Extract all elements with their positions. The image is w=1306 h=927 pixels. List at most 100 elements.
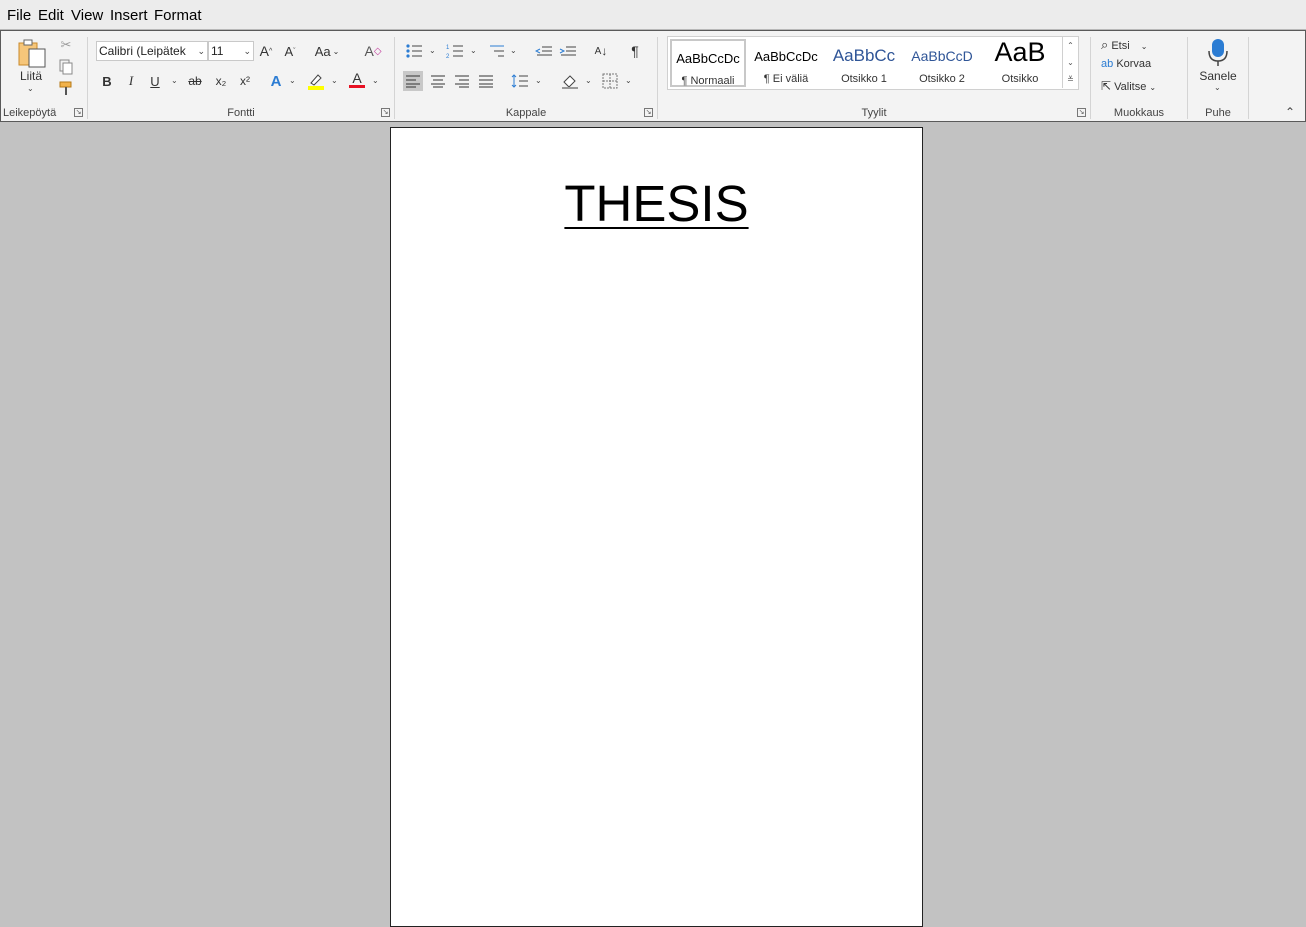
superscript-button[interactable]: x²	[235, 71, 255, 91]
chevron-down-icon: ⌄	[1140, 42, 1148, 51]
chevron-down-icon: ⌄	[27, 84, 34, 93]
clipboard-launcher-icon[interactable]: ↘	[74, 108, 83, 117]
bullets-icon[interactable]	[404, 41, 424, 61]
change-case-button[interactable]: Aa ⌄	[313, 41, 341, 61]
style-heading-2[interactable]: AaBbCcD Otsikko 2	[904, 39, 980, 87]
change-case-label: Aa	[314, 43, 331, 59]
format-painter-icon[interactable]	[56, 78, 76, 98]
voice-group: Sanele ⌄ Puhe	[1188, 31, 1248, 121]
decrease-indent-icon[interactable]	[534, 41, 554, 61]
replace-button[interactable]: ab Korvaa	[1101, 58, 1151, 70]
styles-group-label: Tyylit	[861, 107, 887, 119]
divider	[1248, 37, 1249, 119]
font-launcher-icon[interactable]: ↘	[381, 108, 390, 117]
multilevel-list-icon[interactable]	[486, 41, 506, 61]
gallery-up-icon[interactable]: ⌃	[1062, 37, 1078, 54]
clear-formatting-icon[interactable]: A ◇	[363, 41, 383, 61]
menu-bar: File Edit View Insert Format	[0, 0, 1306, 30]
line-spacing-icon[interactable]	[510, 71, 530, 91]
font-color-bar	[349, 84, 365, 88]
font-group-label: Fontti	[227, 107, 255, 119]
font-size-value: 11	[211, 44, 224, 58]
paste-button[interactable]: Liitä ⌄	[11, 35, 51, 95]
font-name-combo[interactable]: Calibri (Leipätek ⌄	[96, 41, 208, 61]
style-preview: AaBbCcDc	[676, 51, 740, 66]
subscript-button[interactable]: x₂	[211, 71, 231, 91]
menu-view[interactable]: View	[71, 7, 103, 24]
chevron-down-icon: ⌄	[1149, 83, 1157, 92]
align-right-icon[interactable]	[452, 71, 472, 91]
numbering-icon[interactable]: 12	[445, 41, 465, 61]
show-formatting-button[interactable]: ¶	[625, 41, 645, 61]
shrink-font-icon[interactable]: Aˇ	[280, 41, 300, 61]
underline-button[interactable]: U	[145, 71, 165, 91]
editing-group-label: Muokkaus	[1113, 107, 1165, 119]
menu-edit[interactable]: Edit	[38, 7, 64, 24]
chevron-down-icon: ⌄	[372, 76, 379, 85]
copy-icon[interactable]	[56, 57, 76, 77]
strikethrough-button[interactable]: ab	[185, 71, 205, 91]
justify-icon[interactable]	[476, 71, 496, 91]
style-name: Otsikko	[1001, 73, 1039, 85]
style-normal[interactable]: AaBbCcDc ¶ Normaali	[670, 39, 746, 87]
microphone-icon	[1208, 39, 1228, 66]
font-size-combo[interactable]: 11 ⌄	[208, 41, 254, 61]
paragraph-launcher-icon[interactable]: ↘	[644, 108, 653, 117]
menu-insert[interactable]: Insert	[110, 7, 148, 24]
chevron-down-icon: ⌄	[331, 76, 338, 85]
chevron-down-icon: ⌄	[585, 76, 592, 85]
style-name: ¶ Normaali	[681, 75, 735, 87]
align-center-icon[interactable]	[428, 71, 448, 91]
gallery-down-icon[interactable]: ⌄	[1062, 54, 1078, 71]
style-name: ¶ Ei väliä	[763, 73, 809, 85]
find-label: Etsi	[1111, 40, 1130, 52]
font-color-letter: A	[352, 69, 362, 86]
paste-icon	[18, 39, 46, 68]
svg-text:1: 1	[446, 45, 450, 51]
find-button[interactable]: ⌕ Etsi ⌄	[1101, 37, 1147, 53]
shading-icon[interactable]	[560, 71, 580, 91]
dictate-button[interactable]: Sanele ⌄	[1196, 35, 1240, 97]
font-name-value: Calibri (Leipätek	[99, 44, 186, 58]
chevron-down-icon: ⌄	[1214, 83, 1221, 92]
style-preview: AaBbCcDc	[754, 49, 818, 64]
cut-icon[interactable]: ✂	[56, 35, 76, 55]
search-icon: ⌕	[1101, 37, 1109, 52]
menu-file[interactable]: File	[7, 7, 31, 24]
document-title[interactable]: THESIS	[391, 174, 922, 233]
increase-indent-icon[interactable]	[558, 41, 578, 61]
gallery-more-icon[interactable]: ≚	[1062, 71, 1078, 88]
cursor-icon: ⇱	[1101, 79, 1112, 93]
highlight-button[interactable]	[306, 71, 326, 91]
italic-button[interactable]: I	[121, 71, 141, 91]
select-button[interactable]: ⇱ Valitse ⌄	[1101, 79, 1156, 93]
font-color-button[interactable]: A	[347, 69, 367, 89]
style-preview: AaBbCcD	[911, 48, 973, 64]
style-no-spacing[interactable]: AaBbCcDc ¶ Ei väliä	[748, 39, 824, 87]
text-effects-button[interactable]: A	[266, 71, 286, 91]
voice-group-label: Puhe	[1205, 107, 1231, 119]
chevron-down-icon: ⌄	[429, 46, 436, 55]
align-left-icon[interactable]	[403, 71, 423, 91]
paste-label: Liitä	[19, 69, 42, 83]
styles-launcher-icon[interactable]: ↘	[1077, 108, 1086, 117]
bold-button[interactable]: B	[97, 71, 117, 91]
style-preview: AaBbCc	[832, 46, 896, 65]
ribbon: Liitä ⌄ ✂ Leikepöytä ↘ Calibri (Leipätek…	[0, 30, 1306, 122]
paragraph-group: ⌄ 12 ⌄ ⌄ A ↓ ¶ ⌄ ⌄ ⌄ Kappale ↘	[395, 31, 657, 121]
replace-label: Korvaa	[1116, 58, 1152, 70]
highlighter-icon	[308, 74, 324, 90]
select-label: Valitse	[1114, 81, 1147, 93]
style-heading-1[interactable]: AaBbCc Otsikko 1	[826, 39, 902, 87]
sort-icon[interactable]: A ↓	[591, 41, 611, 61]
document-page[interactable]: THESIS	[390, 127, 923, 927]
chevron-down-icon: ⌄	[535, 76, 542, 85]
clipboard-group: Liitä ⌄ ✂ Leikepöytä ↘	[1, 31, 87, 121]
borders-icon[interactable]	[600, 71, 620, 91]
grow-font-icon[interactable]: A ^	[256, 41, 276, 61]
style-name: Otsikko 1	[841, 73, 887, 85]
collapse-ribbon-icon[interactable]: ⌃	[1285, 105, 1295, 119]
paragraph-group-label: Kappale	[505, 107, 547, 119]
style-title[interactable]: AaB Otsikko	[982, 37, 1058, 87]
menu-format[interactable]: Format	[154, 7, 202, 24]
